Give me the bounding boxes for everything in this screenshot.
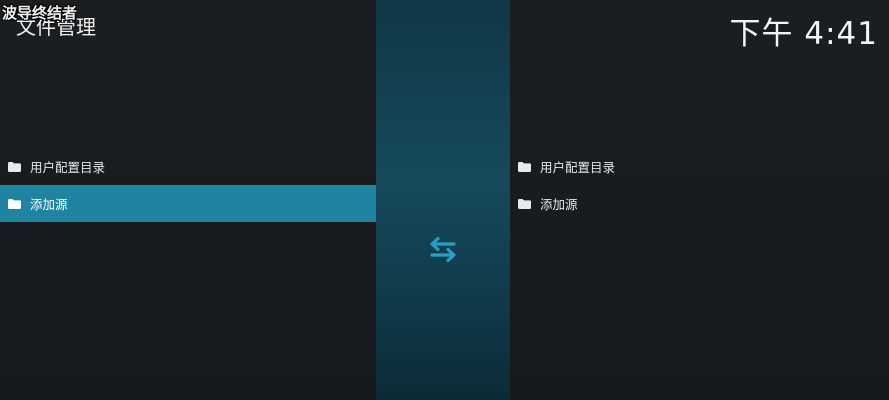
folder-icon <box>8 161 21 172</box>
folder-icon <box>8 198 21 209</box>
watermark: 波导终结者 <box>2 4 78 22</box>
list-item-label: 用户配置目录 <box>540 160 616 175</box>
folder-icon <box>518 198 531 209</box>
left-list-item-profile[interactable]: 用户配置目录 <box>0 148 376 185</box>
right-list-item-add-source[interactable]: 添加源 <box>510 185 889 222</box>
folder-icon <box>518 161 531 172</box>
pane-divider <box>376 0 510 400</box>
left-list-item-add-source[interactable]: 添加源 <box>0 185 376 222</box>
list-item-label: 添加源 <box>30 197 68 212</box>
right-file-list: 用户配置目录 添加源 <box>510 148 889 222</box>
right-list-item-profile[interactable]: 用户配置目录 <box>510 148 889 185</box>
file-manager-screen: 波导终结者 文件管理 下午 4:41 用户配置目录 添加源 用户配置目录 添加源 <box>0 0 889 400</box>
left-file-list: 用户配置目录 添加源 <box>0 148 376 222</box>
clock: 下午 4:41 <box>729 16 878 52</box>
list-item-label: 用户配置目录 <box>30 160 106 175</box>
swap-arrows-icon[interactable] <box>427 236 459 264</box>
list-item-label: 添加源 <box>540 197 578 212</box>
